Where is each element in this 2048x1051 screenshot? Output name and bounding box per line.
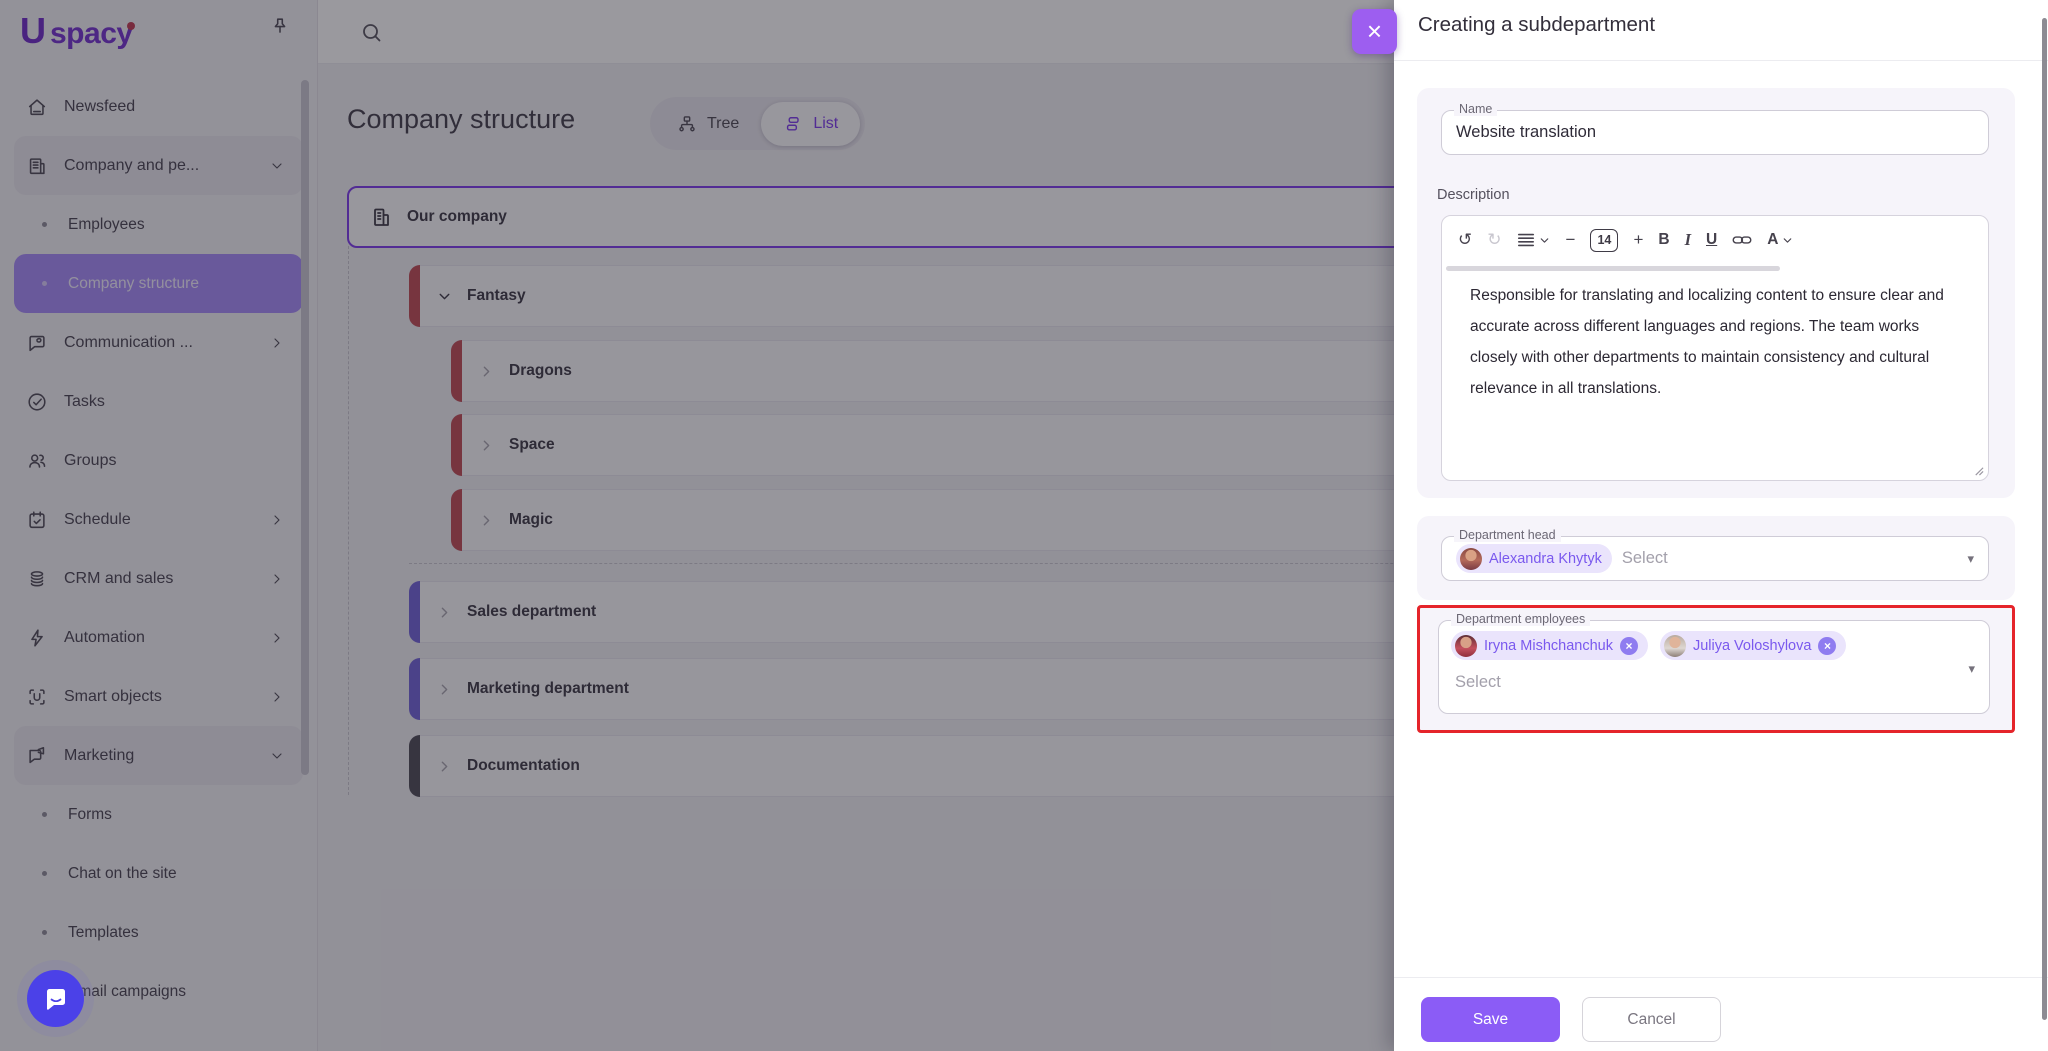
close-panel-button[interactable]: × [1352, 9, 1397, 54]
selected-employees: Iryna Mishchanchuk × Juliya Voloshylova … [1451, 631, 1977, 660]
avatar [1455, 634, 1477, 657]
avatar [1663, 634, 1686, 657]
name-input[interactable]: Name Website translation [1441, 102, 1989, 155]
undo-icon[interactable]: ↺ [1458, 230, 1472, 250]
name-field-label: Name [1454, 102, 1498, 116]
dropdown-caret-icon: ▾ [1967, 550, 1974, 566]
remove-chip-icon[interactable]: × [1818, 636, 1837, 655]
link-icon[interactable] [1732, 232, 1752, 248]
department-head-select[interactable]: Department head Alexandra Khytyk Select … [1441, 528, 1989, 581]
page-scrollbar[interactable] [2042, 18, 2047, 1020]
department-head-label: Department head [1454, 528, 1561, 542]
divider [1394, 977, 2048, 978]
select-placeholder: Select [1621, 549, 1668, 567]
selected-user-chip[interactable]: Juliya Voloshylova × [1659, 631, 1847, 660]
department-employees-label: Department employees [1451, 612, 1591, 626]
selected-user-chip[interactable]: Alexandra Khytyk [1456, 544, 1612, 573]
avatar [1460, 547, 1482, 570]
create-subdepartment-panel: Creating a subdepartment Name Website tr… [1394, 0, 2048, 1051]
redo-icon[interactable]: ↻ [1487, 230, 1501, 250]
font-color-icon[interactable]: A [1767, 231, 1794, 249]
selected-user-chip[interactable]: Iryna Mishchanchuk × [1451, 631, 1648, 660]
italic-icon[interactable]: I [1685, 230, 1691, 250]
name-description-card: Name Website translation Description ↺ ↻… [1417, 88, 2015, 498]
name-field-value: Website translation [1456, 123, 1597, 141]
editor-toolbar-scrollbar[interactable] [1446, 266, 1984, 271]
font-size-increase-icon[interactable]: + [1633, 230, 1643, 250]
resize-handle-icon[interactable] [1973, 465, 1984, 476]
save-button[interactable]: Save [1421, 997, 1560, 1042]
divider [1394, 60, 2048, 61]
department-employees-card-highlighted: Department employees Iryna Mishchanchuk … [1417, 605, 2015, 733]
font-size-decrease-icon[interactable]: − [1566, 230, 1576, 250]
close-icon: × [1366, 16, 1383, 46]
chat-launcher-button[interactable] [27, 970, 84, 1027]
panel-title: Creating a subdepartment [1418, 13, 1656, 36]
chat-bubble-icon [42, 985, 70, 1013]
remove-chip-icon[interactable]: × [1619, 636, 1638, 655]
description-text[interactable]: Responsible for translating and localizi… [1470, 280, 1962, 404]
align-icon[interactable] [1517, 232, 1551, 248]
department-employees-select[interactable]: Department employees Iryna Mishchanchuk … [1438, 612, 1990, 714]
select-placeholder: Select [1455, 673, 1501, 691]
bold-icon[interactable]: B [1658, 231, 1669, 249]
department-head-card: Department head Alexandra Khytyk Select … [1417, 516, 2015, 600]
dropdown-caret-icon: ▾ [1968, 661, 1975, 676]
app-window: U spacy Newsfeed Company and pe... Emplo… [0, 0, 2048, 1051]
cancel-button[interactable]: Cancel [1582, 997, 1721, 1042]
underline-icon[interactable]: U [1706, 231, 1717, 249]
font-size-value[interactable]: 14 [1590, 228, 1619, 252]
description-editor[interactable]: ↺ ↻ − 14 + B I U A Responsible for trans… [1441, 215, 1989, 481]
editor-toolbar: ↺ ↻ − 14 + B I U A [1442, 216, 1988, 264]
chevron-down-icon [1784, 237, 1792, 243]
chevron-down-icon [1540, 237, 1548, 243]
description-label: Description [1437, 187, 1510, 203]
